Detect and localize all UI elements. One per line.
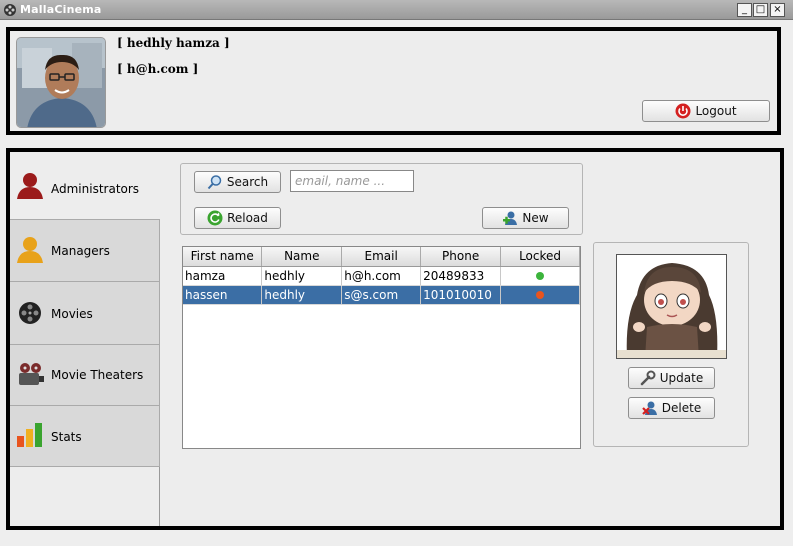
search-input[interactable] — [290, 170, 414, 192]
logout-button[interactable]: Logout — [642, 100, 770, 122]
sidebar-item-label: Movies — [51, 307, 93, 321]
table-row-selected[interactable]: hassen hedhly s@s.com 101010010 — [183, 285, 580, 305]
main-panel: Administrators Managers Movies Movie The… — [6, 148, 784, 530]
column-header-phone[interactable]: Phone — [420, 247, 502, 267]
update-button-label: Update — [659, 371, 704, 385]
sidebar-item-label: Stats — [51, 430, 82, 444]
table-row[interactable]: hamza hedhly h@h.com 20489833 — [183, 266, 580, 286]
minimize-button[interactable]: _ — [737, 3, 752, 17]
close-button[interactable]: × — [770, 3, 785, 17]
bar-chart-icon — [17, 423, 42, 447]
user-header-panel: [ hedhly hamza ] [ h@h.com ] Logout — [6, 27, 781, 135]
column-header-first-name[interactable]: First name — [183, 247, 263, 267]
cell-first-name: hamza — [183, 266, 263, 286]
maximize-button[interactable]: □ — [753, 3, 768, 17]
user-name-label: [ hedhly hamza ] — [117, 36, 230, 50]
column-header-locked[interactable]: Locked — [500, 247, 580, 267]
sidebar-item-stats[interactable]: Stats — [10, 406, 160, 467]
unlocked-status-icon — [536, 271, 545, 280]
column-header-email[interactable]: Email — [341, 247, 422, 267]
reload-icon — [207, 210, 223, 226]
window-title: MallaCinema — [20, 3, 102, 16]
sidebar-item-managers[interactable]: Managers — [10, 220, 160, 282]
admin-user-icon — [17, 173, 43, 199]
cell-phone: 20489833 — [420, 266, 502, 286]
film-reel-app-icon — [4, 4, 16, 16]
cell-locked — [500, 285, 580, 305]
users-table: First name Name Email Phone Locked hamza… — [182, 246, 581, 449]
new-button[interactable]: New — [482, 207, 569, 229]
sidebar-item-label: Movie Theaters — [51, 368, 144, 382]
user-photo — [616, 254, 727, 359]
column-header-name[interactable]: Name — [261, 247, 343, 267]
reload-button-label: Reload — [227, 211, 268, 225]
sidebar-item-movies[interactable]: Movies — [10, 282, 160, 345]
projector-icon — [19, 363, 44, 385]
cell-name: hedhly — [261, 266, 343, 286]
search-button-label: Search — [226, 175, 269, 189]
cell-locked — [500, 266, 580, 286]
sidebar: Administrators Managers Movies Movie The… — [10, 152, 160, 526]
sidebar-item-movie-theaters[interactable]: Movie Theaters — [10, 345, 160, 406]
reload-button[interactable]: Reload — [194, 207, 281, 229]
cell-email: h@h.com — [341, 266, 422, 286]
logout-label: Logout — [695, 104, 737, 118]
cell-first-name: hassen — [183, 285, 263, 305]
add-user-icon — [503, 211, 518, 225]
delete-button-label: Delete — [661, 401, 702, 415]
cell-email: s@s.com — [341, 285, 422, 305]
cell-name: hedhly — [261, 285, 343, 305]
sidebar-item-label: Managers — [51, 244, 110, 258]
user-email-label: [ h@h.com ] — [117, 62, 199, 76]
power-icon — [675, 103, 691, 119]
new-button-label: New — [522, 211, 549, 225]
update-button[interactable]: Update — [628, 367, 715, 389]
user-avatar — [16, 37, 106, 128]
cell-phone: 101010010 — [420, 285, 502, 305]
search-icon — [207, 175, 222, 190]
wrench-icon — [640, 370, 656, 386]
film-reel-icon — [19, 302, 41, 324]
sidebar-item-administrators[interactable]: Administrators — [10, 152, 160, 220]
search-button[interactable]: Search — [194, 171, 281, 193]
delete-user-icon — [642, 401, 657, 415]
manager-user-icon — [17, 237, 43, 263]
locked-status-icon — [536, 290, 545, 299]
title-bar: MallaCinema _ □ × — [0, 0, 793, 20]
sidebar-item-label: Administrators — [51, 182, 140, 196]
delete-button[interactable]: Delete — [628, 397, 715, 419]
